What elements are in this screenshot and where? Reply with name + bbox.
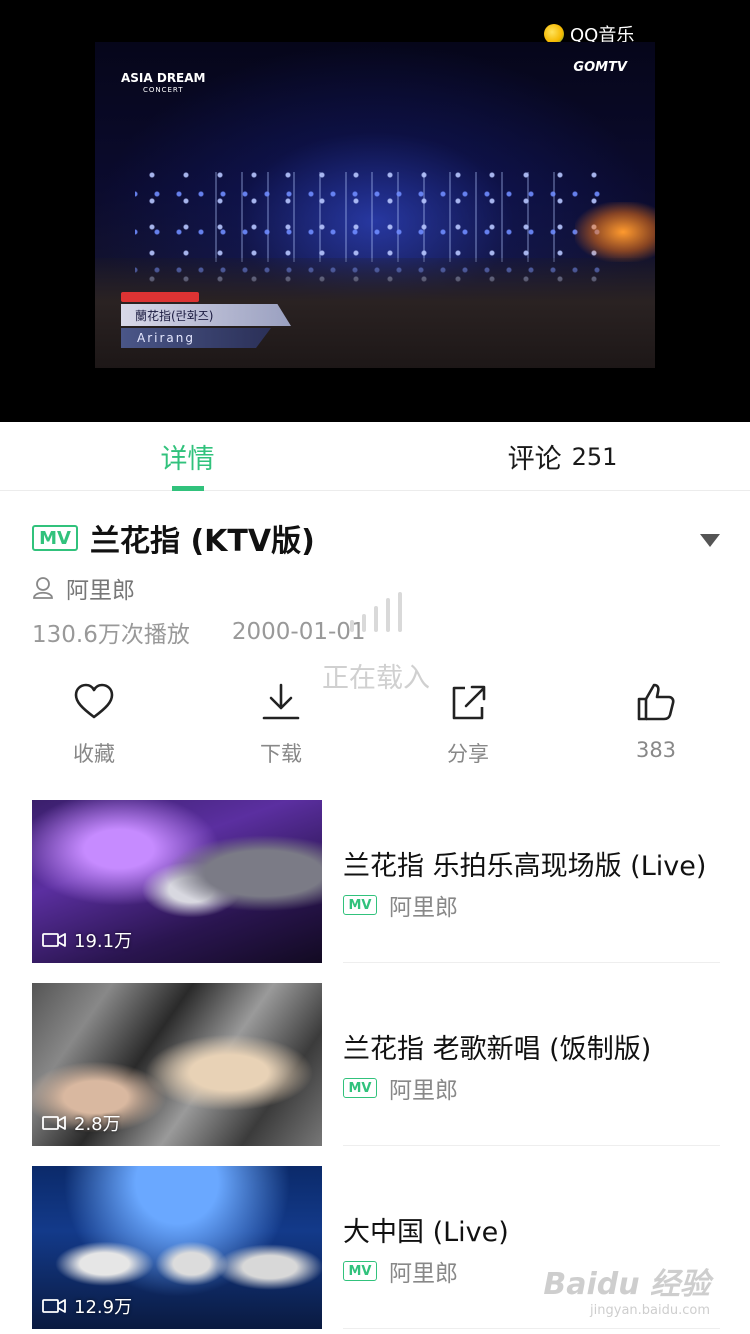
caption-line2: Arirang	[121, 328, 271, 348]
video-caption: 蘭花指(란화즈) Arirang	[121, 292, 291, 348]
share-label: 分享	[447, 742, 489, 766]
channel-logo: GOMTV	[573, 60, 627, 75]
view-count-text: 2.8万	[74, 1114, 121, 1135]
watermark-main: Baidu 经验	[543, 1267, 710, 1302]
tab-comments-count: 251	[571, 442, 618, 471]
mv-meta: MV 阿里郎	[343, 888, 458, 922]
share-icon	[452, 685, 486, 720]
artist-row[interactable]: 阿里郎	[32, 572, 135, 604]
song-header: MV 兰花指 (KTV版)	[32, 516, 722, 560]
tab-comments-label: 评论	[507, 444, 562, 475]
loading-bars-icon	[316, 590, 436, 632]
mv-badge: MV	[343, 1261, 377, 1281]
mv-meta: MV 阿里郎	[343, 1254, 458, 1288]
artist-name: 阿里郎	[66, 578, 135, 604]
watermark-url: jingyan.baidu.com	[590, 1303, 710, 1318]
view-count: 19.1万	[42, 927, 132, 953]
mv-artist: 阿里郎	[389, 895, 458, 921]
video-camera-icon	[42, 1299, 66, 1313]
favorite-button[interactable]: 收藏	[34, 680, 154, 768]
mv-badge: MV	[343, 895, 377, 915]
mv-meta: MV 阿里郎	[343, 1071, 458, 1105]
video-player[interactable]: QQ音乐 ASIA DREAM CONCERT GOMTV 蘭花指(란화즈) A…	[0, 0, 750, 422]
tab-bar: 详情 评论 251	[0, 422, 750, 491]
concert-logo-sub: CONCERT	[142, 86, 184, 94]
mv-badge: MV	[32, 525, 78, 551]
video-camera-icon	[42, 933, 66, 947]
mv-info[interactable]: 兰花指 乐拍乐高现场版 (Live) MV 阿里郎	[343, 800, 720, 963]
mv-thumbnail[interactable]: 2.8万	[32, 983, 322, 1146]
thumbs-up-icon	[637, 683, 675, 721]
video-camera-icon	[42, 1116, 66, 1130]
caption-line1: 蘭花指(란화즈)	[121, 304, 291, 326]
stage-glow	[575, 202, 655, 262]
expand-arrow-icon[interactable]	[700, 534, 720, 547]
list-item[interactable]: 2.8万 兰花指 老歌新唱 (饭制版) MV 阿里郎	[32, 983, 720, 1166]
download-label: 下载	[260, 742, 302, 766]
list-item[interactable]: 19.1万 兰花指 乐拍乐高现场版 (Live) MV 阿里郎	[32, 800, 720, 983]
mv-title: 大中国 (Live)	[343, 1217, 509, 1248]
favorite-label: 收藏	[73, 742, 115, 766]
mv-artist: 阿里郎	[389, 1261, 458, 1287]
mv-title: 兰花指 老歌新唱 (饭制版)	[343, 1034, 652, 1065]
related-mv-list: 19.1万 兰花指 乐拍乐高现场版 (Live) MV 阿里郎 2.8万 兰花指…	[32, 800, 720, 1334]
share-button[interactable]: 分享	[408, 680, 528, 768]
mv-title: 兰花指 乐拍乐高现场版 (Live)	[343, 851, 707, 882]
view-count-text: 12.9万	[74, 1297, 133, 1318]
mv-info[interactable]: 兰花指 老歌新唱 (饭制版) MV 阿里郎	[343, 983, 720, 1146]
tab-detail[interactable]: 详情	[0, 422, 375, 491]
play-count: 130.6万次播放	[32, 622, 190, 648]
video-frame[interactable]: ASIA DREAM CONCERT GOMTV 蘭花指(란화즈) Ariran…	[95, 42, 655, 368]
qq-music-logo-icon	[544, 24, 564, 44]
like-button[interactable]: 383	[596, 680, 716, 762]
mv-artist: 阿里郎	[389, 1078, 458, 1104]
download-icon	[262, 683, 300, 720]
like-count: 383	[635, 738, 677, 762]
tab-detail-label: 详情	[160, 444, 215, 475]
mv-badge: MV	[343, 1078, 377, 1098]
tab-comments[interactable]: 评论 251	[375, 422, 750, 491]
view-count-text: 19.1万	[74, 931, 133, 952]
mv-thumbnail[interactable]: 19.1万	[32, 800, 322, 963]
baidu-watermark: Baidu 经验 jingyan.baidu.com	[543, 1259, 710, 1318]
view-count: 2.8万	[42, 1110, 121, 1136]
song-title: 兰花指 (KTV版)	[90, 524, 315, 559]
download-button[interactable]: 下载	[221, 680, 341, 768]
tab-active-indicator	[172, 486, 204, 491]
mv-thumbnail[interactable]: 12.9万	[32, 1166, 322, 1329]
action-bar: 收藏 下载 分享 383	[0, 680, 750, 770]
user-icon	[33, 577, 53, 599]
heart-icon	[74, 683, 114, 719]
concert-logo: ASIA DREAM CONCERT	[121, 72, 206, 96]
view-count: 12.9万	[42, 1293, 132, 1319]
concert-logo-title: ASIA DREAM	[121, 71, 206, 85]
caption-tag	[121, 292, 199, 302]
